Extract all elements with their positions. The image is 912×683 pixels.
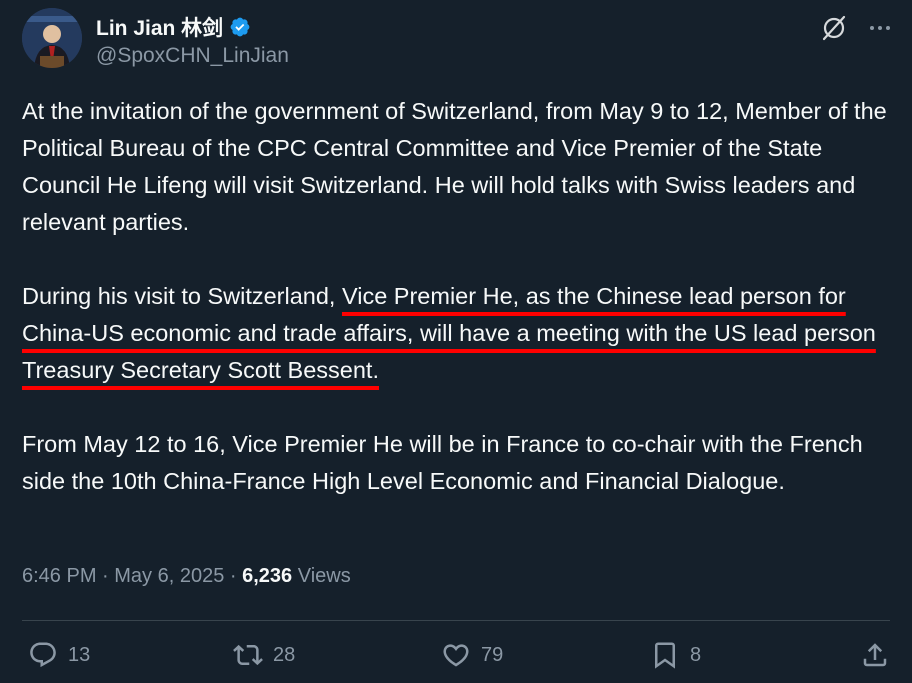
author-names: Lin Jian 林剑 @SpoxCHN_LinJian: [96, 12, 289, 68]
action-bar: 13 28 79 8: [28, 640, 890, 676]
reply-count: 13: [68, 643, 91, 666]
share-button[interactable]: [860, 640, 890, 670]
author-handle[interactable]: @SpoxCHN_LinJian: [96, 44, 289, 68]
meta-separator: ·: [96, 565, 115, 587]
tweet-text-segment: During his visit to Switzerland,: [22, 283, 342, 309]
top-actions: [820, 14, 892, 42]
like-icon: [441, 640, 471, 670]
grok-icon[interactable]: [820, 14, 848, 42]
tweet-meta: 6:46 PM · May 6, 2025 · 6,236 Views: [22, 565, 351, 588]
reply-button[interactable]: 13: [28, 640, 90, 670]
tweet-text: At the invitation of the government of S…: [22, 93, 897, 500]
tweet-text-segment: At the invitation of the government of S…: [22, 98, 887, 235]
repost-icon: [233, 640, 263, 670]
divider: [22, 620, 890, 621]
meta-separator: ·: [224, 565, 243, 587]
bookmark-button[interactable]: 8: [650, 640, 701, 670]
share-icon: [860, 640, 890, 670]
avatar[interactable]: [22, 8, 82, 68]
tweet-date[interactable]: May 6, 2025: [114, 565, 224, 587]
tweet-paragraph: From May 12 to 16, Vice Premier He will …: [22, 426, 897, 500]
bookmark-icon: [650, 640, 680, 670]
like-button[interactable]: 79: [441, 640, 503, 670]
tweet-paragraph: During his visit to Switzerland, Vice Pr…: [22, 278, 897, 389]
verified-badge-icon: [229, 16, 251, 38]
like-count: 79: [481, 643, 504, 666]
more-icon[interactable]: [868, 16, 892, 40]
repost-count: 28: [273, 643, 296, 666]
views-label: Views: [297, 565, 351, 587]
repost-button[interactable]: 28: [233, 640, 295, 670]
tweet-header: Lin Jian 林剑 @SpoxCHN_LinJian: [22, 8, 896, 72]
reply-icon: [28, 640, 58, 670]
tweet-text-segment: From May 12 to 16, Vice Premier He will …: [22, 431, 863, 494]
tweet-time[interactable]: 6:46 PM: [22, 565, 96, 587]
views-count: 6,236: [242, 565, 293, 587]
bookmark-count: 8: [690, 643, 702, 666]
tweet: Lin Jian 林剑 @SpoxCHN_LinJian At the invi…: [0, 0, 912, 683]
tweet-paragraph: At the invitation of the government of S…: [22, 93, 897, 241]
display-name[interactable]: Lin Jian 林剑: [96, 12, 223, 42]
